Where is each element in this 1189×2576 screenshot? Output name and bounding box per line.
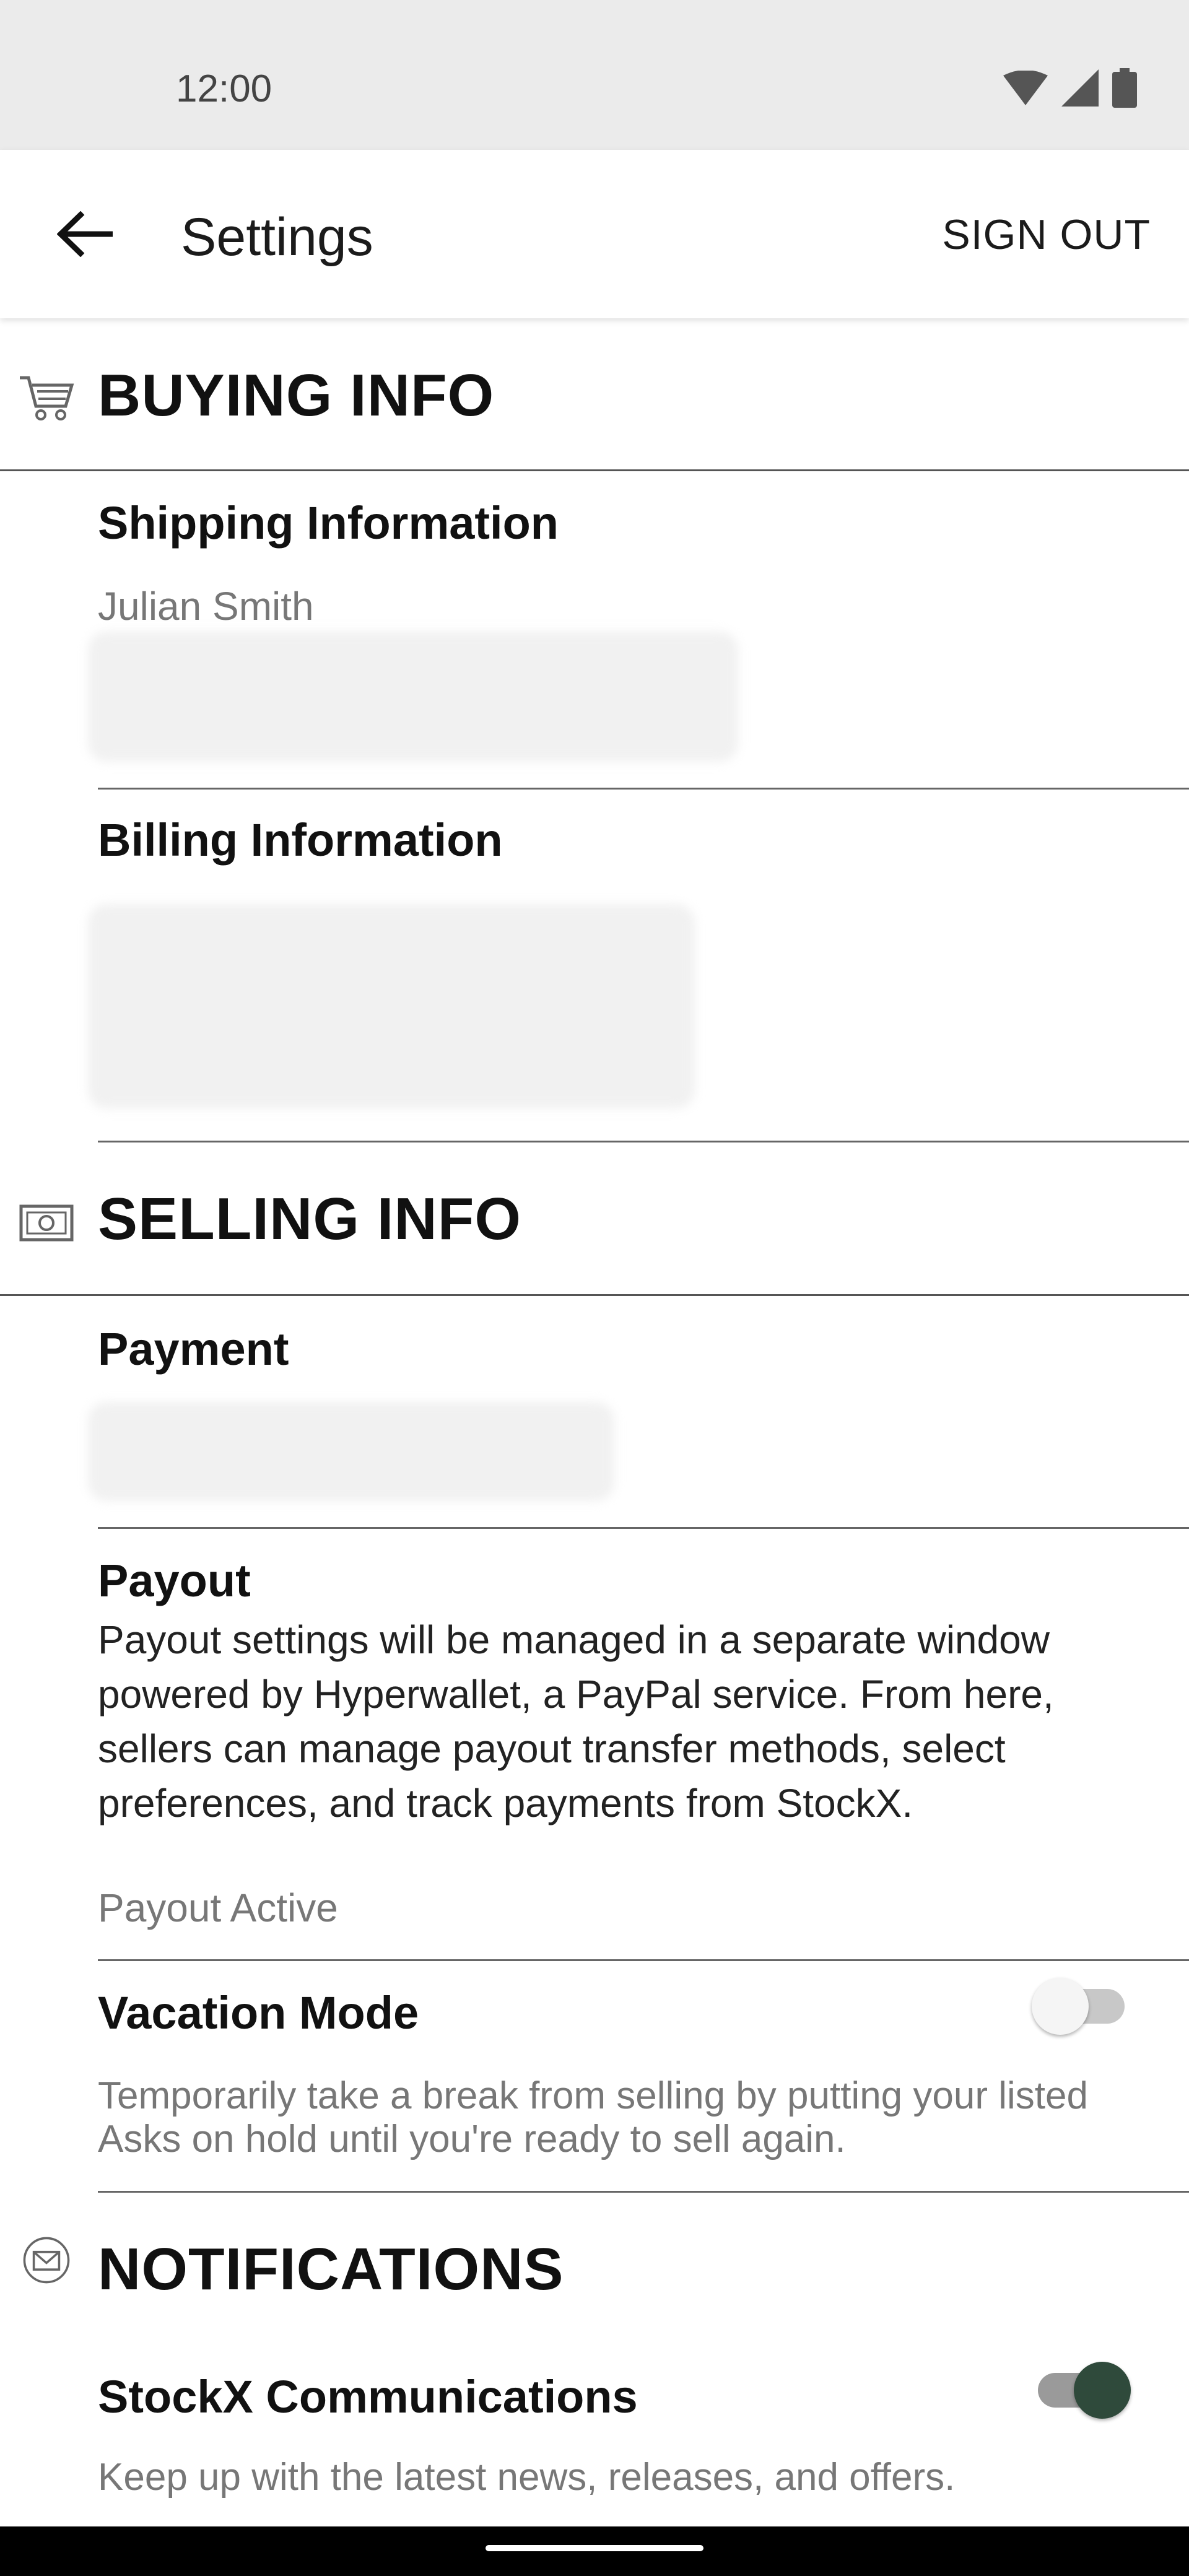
shopping-cart-icon <box>20 376 74 420</box>
vacation-mode-title: Vacation Mode <box>98 1987 419 2039</box>
stockx-communications-toggle[interactable] <box>1032 2353 1131 2419</box>
stockx-communications-description: Keep up with the latest news, releases, … <box>98 2456 956 2499</box>
buying-info-title: BUYING INFO <box>98 362 495 429</box>
selling-info-header: SELLING INFO <box>0 1142 1189 1290</box>
payout-title: Payout <box>98 1555 251 1606</box>
sign-out-button[interactable]: SIGN OUT <box>942 211 1151 259</box>
redacted-address <box>88 632 738 762</box>
status-bar: 12:00 <box>0 0 1189 150</box>
arrow-left-icon <box>57 211 113 257</box>
divider <box>98 788 1189 790</box>
navigation-bar <box>0 2526 1189 2576</box>
payout-description: Payout settings will be managed in a sep… <box>98 1617 1054 1825</box>
status-icons <box>1003 68 1137 108</box>
divider <box>98 1527 1189 1529</box>
redacted-payment <box>88 1402 614 1501</box>
vacation-mode-description: Temporarily take a break from selling by… <box>98 2074 1088 2160</box>
payment-title: Payment <box>98 1323 289 1375</box>
billing-information-title: Billing Information <box>98 814 503 866</box>
toggle-thumb <box>1074 2362 1131 2419</box>
battery-icon <box>1112 68 1137 108</box>
status-time: 12:00 <box>176 67 272 110</box>
payout-status: Payout Active <box>98 1886 338 1930</box>
toggle-thumb <box>1032 1978 1089 2035</box>
back-button[interactable] <box>51 203 119 265</box>
signal-icon <box>1061 69 1099 107</box>
cash-icon <box>19 1204 74 1242</box>
shipping-name: Julian Smith <box>98 584 314 629</box>
home-gesture-handle[interactable] <box>486 2545 703 2551</box>
redacted-billing <box>88 904 695 1108</box>
page-title: Settings <box>181 207 373 267</box>
selling-info-title: SELLING INFO <box>98 1186 521 1252</box>
divider <box>0 1294 1189 1296</box>
notifications-header: NOTIFICATIONS <box>0 2192 1189 2341</box>
envelope-icon <box>23 2237 70 2284</box>
app-bar: Settings SIGN OUT <box>0 150 1189 318</box>
notifications-title: NOTIFICATIONS <box>98 2236 564 2302</box>
stockx-communications-title: StockX Communications <box>98 2371 638 2422</box>
settings-content[interactable]: BUYING INFO Shipping Information Julian … <box>0 318 1189 2526</box>
wifi-icon <box>1003 71 1048 105</box>
vacation-mode-toggle[interactable] <box>1032 1969 1131 2035</box>
divider <box>0 469 1189 471</box>
buying-info-header: BUYING INFO <box>0 318 1189 467</box>
shipping-information-title: Shipping Information <box>98 497 559 549</box>
divider <box>98 1959 1189 1961</box>
